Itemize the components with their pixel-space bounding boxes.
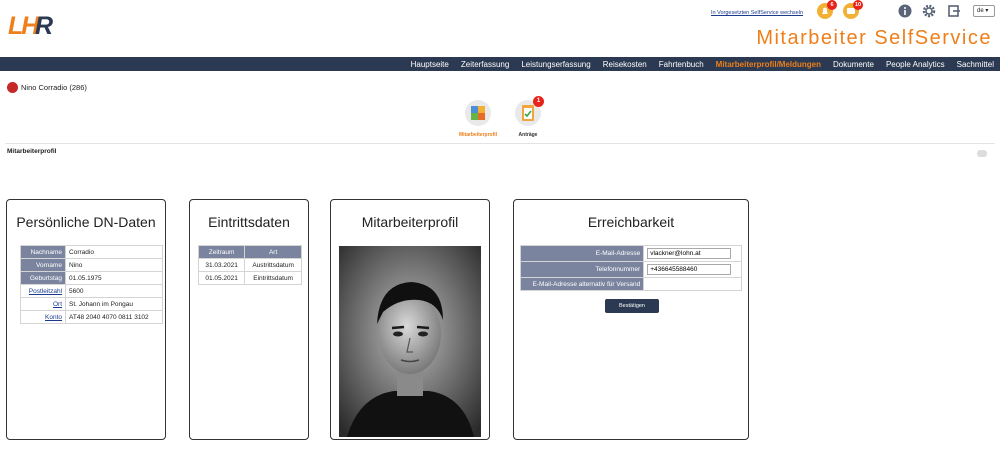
nav-item-mitarbeiterprofil[interactable]: Mitarbeiterprofil/Meldungen (716, 60, 821, 69)
card-title: Mitarbeiterprofil (361, 214, 459, 230)
row-value: Corradio (65, 245, 163, 259)
personal-data-table: Nachname Corradio Vorname Nino Geburtstag 0… (19, 245, 163, 324)
confirm-button[interactable]: Bestätigen (605, 299, 659, 313)
gear-icon[interactable] (922, 4, 936, 18)
row-value: Nino (65, 258, 163, 272)
collapse-button[interactable] (977, 150, 987, 157)
notification-count-badge: 6 (827, 0, 837, 10)
table-cell: 01.05.2021 (197, 271, 246, 285)
card-entry-dates: Eintrittsdaten Zeitraum Art 31.03.2021 A… (189, 199, 309, 440)
main-navbar: Hauptseite Zeiterfassung Leistungserfass… (0, 57, 1000, 71)
card-employee-profile: Mitarbeiterprofil (330, 199, 490, 440)
nav-item-dokumente[interactable]: Dokumente (833, 60, 874, 69)
table-cell: Austrittsdatum (244, 258, 302, 272)
nav-item-people-analytics[interactable]: People Analytics (886, 60, 945, 69)
phone-field[interactable] (647, 264, 732, 275)
card-title: Erreichbarkeit (587, 214, 675, 230)
table-row: Telefonnummer (519, 261, 742, 278)
message-icon[interactable]: 10 (843, 0, 863, 19)
card-personal-data: Persönliche DN-Daten Nachname Corradio Vo… (6, 199, 166, 440)
contact-table: E-Mail-Adresse Telefonnummer E-Mail-Adre… (519, 245, 742, 291)
current-user: Nino Corradio (286) (7, 82, 87, 93)
table-row: E-Mail-Adresse (519, 245, 742, 262)
row-value: St. Johann im Pongau (65, 297, 163, 311)
alt-email-value (643, 277, 742, 291)
message-count-badge: 10 (853, 0, 863, 10)
table-row: 31.03.2021 Austrittsdatum (197, 258, 302, 272)
nav-item-zeiterfassung[interactable]: Zeiterfassung (461, 60, 509, 69)
entry-dates-table: Zeitraum Art 31.03.2021 Austrittsdatum 0… (197, 245, 302, 285)
row-label: Geburtstag (19, 271, 67, 285)
employee-photo (339, 246, 481, 437)
section-title: Mitarbeiterprofil (7, 148, 57, 155)
row-label: Nachname (19, 245, 67, 259)
alt-email-label: E-Mail-Adresse alternativ für Versand (519, 277, 645, 291)
language-value: de (977, 8, 984, 14)
logout-icon[interactable] (947, 4, 961, 18)
table-cell: 31.03.2021 (197, 258, 246, 272)
language-select[interactable]: de ▾ (973, 5, 995, 17)
user-name: Nino Corradio (286) (21, 83, 87, 92)
nav-item-sachmittel[interactable]: Sachmittel (957, 60, 994, 69)
nav-item-reisekosten[interactable]: Reisekosten (603, 60, 647, 69)
notification-bell-icon[interactable]: 6 (817, 0, 837, 19)
divider (5, 143, 995, 144)
table-row: Konto AT48 2040 4070 0811 3102 (19, 310, 163, 324)
profile-puzzle-icon (465, 100, 491, 126)
email-label: E-Mail-Adresse (519, 245, 645, 262)
table-row: Geburtstag 01.05.1975 (19, 271, 163, 285)
lhr-logo[interactable]: LH R (8, 12, 54, 38)
row-label: Vorname (19, 258, 67, 272)
tile-label: Anträge (518, 132, 538, 138)
table-row: Ort St. Johann im Pongau (19, 297, 163, 311)
row-value: AT48 2040 4070 0811 3102 (65, 310, 163, 324)
card-title: Eintrittsdaten (208, 214, 290, 230)
card-contact: Erreichbarkeit E-Mail-Adresse Telefonnum… (513, 199, 749, 440)
table-row: 01.05.2021 Eintrittsdatum (197, 271, 302, 285)
column-header: Art (244, 245, 302, 259)
avatar (7, 82, 18, 93)
nav-item-leistungserfassung[interactable]: Leistungserfassung (521, 60, 590, 69)
table-row: Vorname Nino (19, 258, 163, 272)
email-field[interactable] (647, 248, 732, 259)
row-value: 01.05.1975 (65, 271, 163, 285)
ort-link[interactable]: Ort (19, 297, 67, 311)
table-cell: Eintrittsdatum (244, 271, 302, 285)
clipboard-check-icon: 1 (515, 96, 544, 126)
konto-link[interactable]: Konto (19, 310, 67, 324)
table-row: Postleitzahl 5600 (19, 284, 163, 298)
postleitzahl-link[interactable]: Postleitzahl (19, 284, 67, 298)
app-title: Mitarbeiter SelfService (756, 27, 992, 49)
nav-item-hauptseite[interactable]: Hauptseite (411, 60, 449, 69)
phone-label: Telefonnummer (519, 261, 645, 278)
table-row: Nachname Corradio (19, 245, 163, 259)
info-icon[interactable] (898, 4, 912, 18)
antraege-count-badge: 1 (533, 96, 544, 107)
tile-antraege[interactable]: 1 Anträge (498, 96, 558, 138)
column-header: Zeitraum (197, 245, 246, 259)
nav-item-fahrtenbuch[interactable]: Fahrtenbuch (659, 60, 704, 69)
switch-to-supervisor-link[interactable]: In Vorgesetzten SelfService wechseln (711, 10, 803, 16)
table-row: E-Mail-Adresse alternativ für Versand (519, 277, 742, 291)
card-title: Persönliche DN-Daten (16, 214, 156, 230)
row-value: 5600 (65, 284, 163, 298)
table-header-row: Zeitraum Art (197, 245, 302, 259)
svg-text:R: R (35, 12, 53, 38)
